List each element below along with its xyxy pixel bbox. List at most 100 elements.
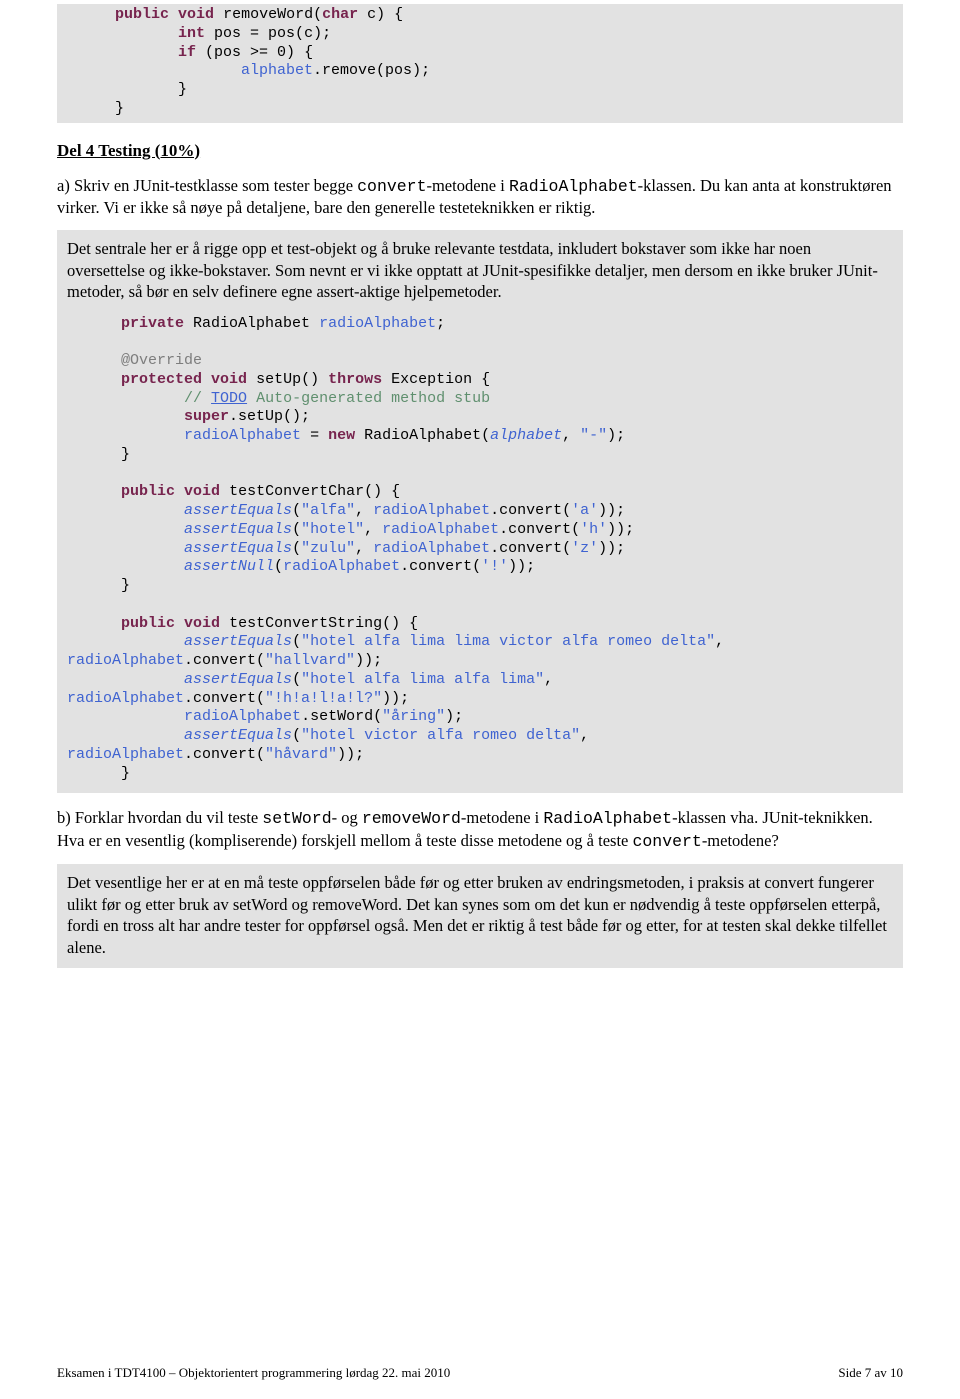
code: } (121, 446, 130, 463)
code: c) { (358, 6, 403, 23)
string: "alfa" (301, 502, 355, 519)
field: alphabet (241, 62, 313, 79)
call: assertEquals (184, 671, 292, 688)
call: assertEquals (184, 540, 292, 557)
code: , (580, 727, 589, 744)
field: radioAlphabet (67, 652, 184, 669)
code: )); (508, 558, 535, 575)
code: , (562, 427, 580, 444)
kw: void (211, 371, 247, 388)
code: ( (292, 671, 301, 688)
kw: if (178, 44, 196, 61)
question-b: b) Forklar hvordan du vil teste setWord-… (57, 807, 903, 852)
code: ( (274, 558, 283, 575)
field: radioAlphabet (382, 521, 499, 538)
question-a: a) Skriv en JUnit-testklasse som tester … (57, 175, 903, 219)
code: ( (292, 502, 301, 519)
field: radioAlphabet (184, 708, 301, 725)
code: .convert( (499, 521, 580, 538)
code: )); (355, 652, 382, 669)
code: ( (292, 633, 301, 650)
mono: RadioAlphabet (509, 177, 638, 196)
kw: void (184, 483, 220, 500)
answer-box-b: Det vesentlige her er at en må teste opp… (57, 864, 903, 968)
char: 'z' (571, 540, 598, 557)
string: "håvard" (265, 746, 337, 763)
field: radioAlphabet (373, 540, 490, 557)
kw: void (184, 615, 220, 632)
code: testConvertChar() { (220, 483, 400, 500)
code: } (178, 81, 187, 98)
code: , (715, 633, 724, 650)
call: assertEquals (184, 521, 292, 538)
string: "hotel" (301, 521, 364, 538)
code: .convert( (184, 690, 265, 707)
code: ( (292, 521, 301, 538)
field: radioAlphabet (319, 315, 436, 332)
kw: throws (328, 371, 382, 388)
comment: Auto-generated method stub (247, 390, 490, 407)
kw: char (322, 6, 358, 23)
code: )); (607, 521, 634, 538)
code: } (115, 100, 124, 117)
code-block-junit: private RadioAlphabet radioAlphabet; @Ov… (67, 303, 893, 784)
string: "hallvard" (265, 652, 355, 669)
todo: TODO (211, 390, 247, 407)
call: assertEquals (184, 727, 292, 744)
string: "hotel alfa lima alfa lima" (301, 671, 544, 688)
code: testConvertString() { (220, 615, 418, 632)
kw: super (184, 408, 229, 425)
code: ); (445, 708, 463, 725)
kw: int (178, 25, 205, 42)
code: ; (436, 315, 445, 332)
code: )); (337, 746, 364, 763)
field: radioAlphabet (373, 502, 490, 519)
annotation: @Override (121, 352, 202, 369)
char: 'a' (571, 502, 598, 519)
call: assertEquals (184, 633, 292, 650)
code: )); (598, 540, 625, 557)
code: = (301, 427, 328, 444)
code: .convert( (184, 652, 265, 669)
string: "!h!a!l!a!l?" (265, 690, 382, 707)
code: Exception { (382, 371, 490, 388)
kw: public (121, 615, 175, 632)
param: alphabet (490, 427, 562, 444)
kw: void (178, 6, 214, 23)
code: .convert( (490, 502, 571, 519)
kw: private (121, 315, 184, 332)
code: , (364, 521, 382, 538)
mono: RadioAlphabet (543, 809, 672, 828)
code: .remove(pos); (313, 62, 430, 79)
field: radioAlphabet (67, 690, 184, 707)
mono: convert (633, 832, 702, 851)
kw: public (121, 483, 175, 500)
mono: removeWord (362, 809, 461, 828)
code-block-removeword: public void removeWord(char c) { int pos… (57, 4, 903, 123)
code: , (355, 540, 373, 557)
code: , (355, 502, 373, 519)
code: setUp() (247, 371, 328, 388)
code: } (121, 577, 130, 594)
string: "hotel alfa lima lima victor alfa romeo … (301, 633, 715, 650)
code: pos = pos(c); (205, 25, 331, 42)
string: "hotel victor alfa romeo delta" (301, 727, 580, 744)
string: "-" (580, 427, 607, 444)
code: .convert( (184, 746, 265, 763)
kw: protected (121, 371, 202, 388)
kw: new (328, 427, 355, 444)
string: "åring" (382, 708, 445, 725)
code: .convert( (490, 540, 571, 557)
comment: // (184, 390, 211, 407)
answer-box-a: Det sentrale her er å rigge opp et test-… (57, 230, 903, 793)
string: "zulu" (301, 540, 355, 557)
code: .setUp(); (229, 408, 310, 425)
code: RadioAlphabet (184, 315, 319, 332)
code: removeWord( (214, 6, 322, 23)
code: } (121, 765, 130, 782)
field: radioAlphabet (67, 746, 184, 763)
code: )); (382, 690, 409, 707)
code: ); (607, 427, 625, 444)
code: .convert( (400, 558, 481, 575)
call: assertNull (184, 558, 274, 575)
